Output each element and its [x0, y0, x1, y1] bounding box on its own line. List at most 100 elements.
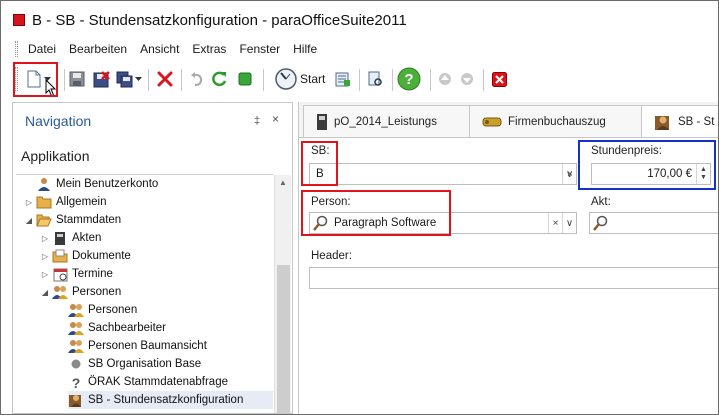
chevron-down-icon[interactable]: ∨: [562, 213, 576, 233]
tab-po-2014-leistungs[interactable]: pO_2014_Leistungs: [303, 105, 471, 137]
binder-icon: [52, 230, 68, 246]
close-document-button[interactable]: [488, 68, 510, 90]
menu-extras[interactable]: Extras: [192, 42, 234, 56]
delete-button[interactable]: [154, 68, 176, 90]
new-button-highlight: [13, 62, 58, 97]
tree-expander[interactable]: ◢: [24, 216, 34, 225]
navigation-panel: Navigation ‡ × Applikation Mein Benutzer…: [12, 102, 293, 414]
sb-highlight: [301, 141, 338, 186]
scroll-up-icon[interactable]: ▲: [279, 178, 287, 187]
tree-item-label: Personen: [72, 286, 122, 298]
sb-clear[interactable]: ×: [563, 163, 577, 185]
tree-item-personen[interactable]: Personen: [68, 301, 137, 319]
search-icon[interactable]: [590, 213, 612, 233]
tree-item-sb-organisation-base[interactable]: SB Organisation Base: [68, 355, 201, 373]
toolbar-separator: [263, 69, 264, 91]
tree-item-personen-baumansicht[interactable]: Personen Baumansicht: [68, 337, 207, 355]
delete-icon: [157, 71, 173, 87]
header-label: Header:: [311, 250, 352, 262]
tab-label: SB - St: [678, 115, 715, 128]
toolbar: Start ?: [9, 62, 714, 97]
sb-field[interactable]: B ∨: [309, 163, 577, 185]
print-preview-icon: [368, 71, 382, 86]
menu-datei[interactable]: Datei: [28, 42, 64, 56]
menu-grip[interactable]: [15, 41, 18, 57]
print-preview-button[interactable]: [364, 68, 386, 90]
clear-icon[interactable]: ×: [548, 213, 562, 233]
tree-item-dokumente[interactable]: ▷ Dokumente: [40, 247, 131, 265]
calendar-icon: [52, 266, 68, 282]
scrollbar-thumb[interactable]: [277, 265, 290, 413]
stop-icon: [238, 72, 252, 86]
toolbar-separator: [181, 69, 182, 91]
save-close-button[interactable]: [90, 68, 112, 90]
export-button[interactable]: [332, 68, 354, 90]
tab-label: pO_2014_Leistungs: [334, 115, 437, 128]
chevron-down-icon: [134, 76, 142, 81]
tree-item-termine[interactable]: ▷ Termine: [40, 265, 113, 283]
tree-expander[interactable]: ▷: [40, 234, 50, 243]
undo-button[interactable]: [186, 68, 208, 90]
menu-bearbeiten[interactable]: Bearbeiten: [69, 42, 135, 56]
down-icon: [461, 73, 473, 85]
tree-item-akten[interactable]: ▷ Akten: [40, 229, 101, 247]
clear-icon[interactable]: ×: [563, 164, 577, 184]
stundenpreis-highlight: [578, 140, 716, 190]
tree-item-allgemein[interactable]: ▷ Allgemein: [24, 193, 107, 211]
save-as-icon: [116, 71, 132, 87]
tree-expander[interactable]: ◢: [40, 288, 50, 297]
tree-item-personen-group[interactable]: ◢ Personen: [40, 283, 121, 301]
document-area: pO_2014_Leistungs Firmenbuchauszug SB - …: [298, 102, 718, 414]
start-button[interactable]: Start: [275, 68, 330, 90]
refresh-button[interactable]: [208, 68, 230, 90]
tree-item-sb-stundensatzkonfiguration[interactable]: SB - Stundensatzkonfiguration: [68, 391, 273, 409]
people-icon: [68, 320, 84, 336]
header-field[interactable]: [309, 267, 718, 289]
pin-icon[interactable]: ‡: [254, 115, 260, 127]
tree-expander[interactable]: ▷: [24, 198, 34, 207]
undo-icon: [191, 72, 203, 86]
tree-item-label: Personen Baumansicht: [88, 340, 207, 352]
tree-item-label: Allgemein: [56, 196, 107, 208]
person-clock-icon: [68, 392, 84, 408]
svg-text:?: ?: [72, 375, 81, 390]
menu-fenster[interactable]: Fenster: [239, 42, 288, 56]
tree-expander[interactable]: ▷: [40, 270, 50, 279]
close-icon[interactable]: ×: [272, 112, 279, 126]
toolbar-separator: [430, 69, 431, 91]
save-button[interactable]: [66, 68, 88, 90]
save-as-button[interactable]: [113, 68, 135, 90]
save-as-dropdown[interactable]: [133, 68, 143, 90]
navigation-scrollbar[interactable]: ▲: [274, 175, 291, 413]
save-close-icon: [93, 70, 110, 87]
title-bar: B - SB - Stundensatzkonfiguration - para…: [1, 1, 718, 37]
start-icon: [275, 68, 297, 90]
tree-item-sachbearbeiter[interactable]: Sachbearbeiter: [68, 319, 166, 337]
menu-hilfe[interactable]: Hilfe: [293, 42, 325, 56]
toolbar-separator: [64, 69, 65, 91]
tree-item-label: ÖRAK Stammdatenabfrage: [88, 376, 228, 388]
menu-ansicht[interactable]: Ansicht: [140, 42, 187, 56]
tab-sb-stundensatzkonfiguration[interactable]: SB - St: [641, 105, 718, 137]
stop-button[interactable]: [234, 68, 256, 90]
tab-firmenbuchauszug[interactable]: Firmenbuchauszug: [469, 105, 643, 137]
tree-item-mein-benutzerkonto[interactable]: Mein Benutzerkonto: [24, 175, 158, 193]
window-title: B - SB - Stundensatzkonfiguration - para…: [32, 12, 407, 29]
tree-item-label: Sachbearbeiter: [88, 322, 166, 334]
move-up-button[interactable]: [434, 68, 456, 90]
question-icon: ?: [68, 374, 84, 390]
people-icon: [68, 302, 84, 318]
akt-field[interactable]: [589, 212, 718, 234]
tree-item-oerak-stammdatenabfrage[interactable]: ? ÖRAK Stammdatenabfrage: [68, 373, 228, 391]
help-button[interactable]: ?: [396, 67, 422, 91]
tree-expander[interactable]: ▷: [40, 252, 50, 261]
app-window: B - SB - Stundensatzkonfiguration - para…: [0, 0, 719, 415]
navigation-tree: Mein Benutzerkonto ▷ Allgemein ◢ Stammda…: [16, 174, 273, 414]
start-label: Start: [300, 72, 326, 86]
tree-item-label: Stammdaten: [56, 214, 122, 226]
move-down-button[interactable]: [456, 68, 478, 90]
tree-item-label: Akten: [72, 232, 102, 244]
tree-item-stammdaten[interactable]: ◢ Stammdaten: [24, 211, 121, 229]
tree-item-label: SB - Stundensatzkonfiguration: [88, 394, 244, 406]
tab-label: Firmenbuchauszug: [508, 115, 606, 128]
